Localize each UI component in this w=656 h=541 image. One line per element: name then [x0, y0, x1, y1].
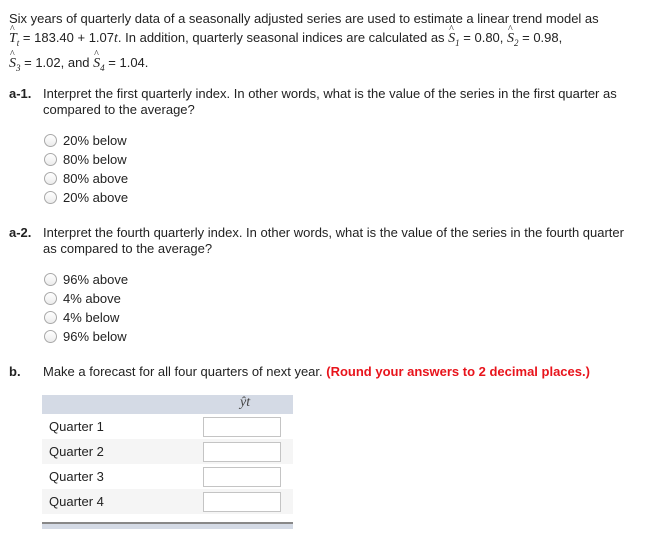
- radio-button[interactable]: [44, 273, 57, 286]
- quarter-2-input[interactable]: [203, 442, 281, 462]
- option-label: 20% above: [63, 190, 129, 205]
- radio-button[interactable]: [44, 191, 57, 204]
- row-label: Quarter 3: [49, 469, 104, 484]
- quarter-3-input[interactable]: [203, 467, 281, 487]
- s1-value: = 0.80,: [459, 30, 507, 45]
- radio-button[interactable]: [44, 330, 57, 343]
- row-label: Quarter 4: [49, 494, 104, 509]
- radio-button[interactable]: [44, 311, 57, 324]
- question-text: Make a forecast for all four quarters of…: [43, 364, 327, 379]
- row-label: Quarter 2: [49, 444, 104, 459]
- option-a2-4[interactable]: 96% below: [44, 327, 128, 346]
- options-a2: 96% above 4% above 4% below 96% below: [44, 270, 128, 346]
- option-a1-3[interactable]: 80% above: [44, 169, 128, 188]
- s1-symbol: S1: [448, 20, 460, 53]
- rounding-instruction: (Round your answers to 2 decimal places.…: [326, 364, 590, 379]
- option-a1-4[interactable]: 20% above: [44, 188, 128, 207]
- radio-button[interactable]: [44, 292, 57, 305]
- question-b: b. Make a forecast for all four quarters…: [9, 364, 639, 380]
- question-number: a-2.: [9, 225, 32, 240]
- question-text: Interpret the first quarterly index. In …: [43, 86, 617, 117]
- table-footer: [42, 522, 293, 529]
- table-row: Quarter 1: [42, 414, 293, 439]
- problem-statement: Six years of quarterly data of a seasona…: [9, 9, 639, 78]
- option-label: 20% below: [63, 133, 127, 148]
- option-a2-1[interactable]: 96% above: [44, 270, 128, 289]
- s4-value: = 1.04.: [104, 54, 149, 70]
- trend-equation: = 183.40 + 1.07: [19, 30, 115, 45]
- table-row: Quarter 3: [42, 464, 293, 489]
- option-label: 96% below: [63, 329, 127, 344]
- table-body: Quarter 1 Quarter 2 Quarter 3 Quarter 4: [42, 414, 293, 514]
- quarter-1-input[interactable]: [203, 417, 281, 437]
- quarter-4-input[interactable]: [203, 492, 281, 512]
- forecast-table: ŷt Quarter 1 Quarter 2 Quarter 3 Quarter…: [42, 395, 293, 529]
- option-label: 96% above: [63, 272, 129, 287]
- radio-button[interactable]: [44, 172, 57, 185]
- question-number: a-1.: [9, 86, 32, 101]
- intro-mid-text: . In addition, quarterly seasonal indice…: [117, 30, 449, 45]
- option-label: 4% below: [63, 310, 120, 325]
- s2-symbol: S2: [507, 20, 519, 53]
- option-label: 80% above: [63, 171, 129, 186]
- s3-value: = 1.02, and: [20, 54, 94, 70]
- option-a2-2[interactable]: 4% above: [44, 289, 128, 308]
- radio-button[interactable]: [44, 134, 57, 147]
- s3-symbol: S3: [9, 45, 21, 78]
- s4-symbol: S4: [93, 45, 105, 78]
- table-row: Quarter 2: [42, 439, 293, 464]
- option-label: 80% below: [63, 152, 127, 167]
- option-label: 4% above: [63, 291, 121, 306]
- row-label: Quarter 1: [49, 419, 104, 434]
- question-a2: a-2. Interpret the fourth quarterly inde…: [9, 225, 639, 257]
- option-a2-3[interactable]: 4% below: [44, 308, 128, 327]
- column-header-yhat: ŷt: [240, 395, 251, 410]
- question-a1: a-1. Interpret the first quarterly index…: [9, 86, 639, 118]
- options-a1: 20% below 80% below 80% above 20% above: [44, 131, 128, 207]
- option-a1-1[interactable]: 20% below: [44, 131, 128, 150]
- table-header: ŷt: [42, 395, 293, 414]
- radio-button[interactable]: [44, 153, 57, 166]
- question-text: Interpret the fourth quarterly index. In…: [43, 225, 624, 256]
- question-number: b.: [9, 364, 21, 379]
- s2-value: = 0.98,: [518, 30, 563, 45]
- option-a1-2[interactable]: 80% below: [44, 150, 128, 169]
- table-row: Quarter 4: [42, 489, 293, 514]
